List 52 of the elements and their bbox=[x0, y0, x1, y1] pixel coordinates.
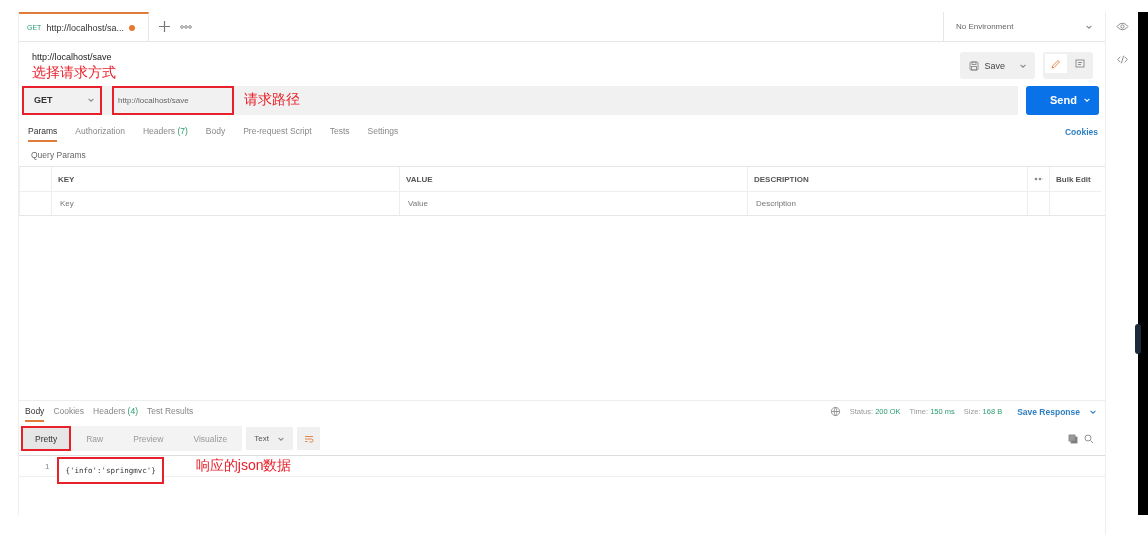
panel-handle[interactable] bbox=[1135, 324, 1141, 354]
column-header: VALUE bbox=[399, 167, 747, 191]
eye-icon[interactable] bbox=[1115, 20, 1129, 33]
view-mode-tab[interactable]: Pretty bbox=[21, 426, 72, 451]
pencil-icon[interactable] bbox=[1045, 54, 1067, 73]
annotation-text: 请求路径 bbox=[244, 91, 300, 109]
bulk-edit-button[interactable]: Bulk Edit bbox=[1049, 167, 1101, 191]
copy-icon[interactable] bbox=[1067, 432, 1079, 445]
more-icon[interactable] bbox=[180, 24, 192, 29]
request-tab-item[interactable]: Pre-request Script bbox=[243, 122, 312, 142]
save-response-link[interactable]: Save Response bbox=[1017, 406, 1080, 417]
environment-select[interactable]: No Environment bbox=[943, 12, 1105, 41]
request-tab-item[interactable]: Authorization bbox=[75, 122, 125, 142]
response-tab[interactable]: Body bbox=[25, 401, 45, 422]
view-mode-tab[interactable]: Raw bbox=[71, 426, 119, 451]
request-tab-item[interactable]: Headers (7) bbox=[142, 122, 188, 142]
param-input[interactable]: Value bbox=[406, 198, 741, 209]
request-tab-item[interactable]: Tests bbox=[329, 122, 350, 142]
caret-icon bbox=[87, 96, 95, 104]
view-mode-tab[interactable]: Preview bbox=[118, 426, 179, 451]
annotation-text: 响应的json数据 bbox=[195, 457, 292, 475]
code-icon[interactable] bbox=[1115, 53, 1129, 66]
caret-icon bbox=[1083, 96, 1091, 104]
param-input[interactable]: Key bbox=[58, 198, 393, 209]
comment-lines-icon[interactable] bbox=[1074, 57, 1086, 70]
request-tab-item[interactable]: Params bbox=[28, 122, 58, 142]
plus-icon[interactable] bbox=[159, 20, 170, 32]
request-tab-item[interactable]: Settings bbox=[367, 122, 399, 142]
url-field[interactable]: http://localhost/save bbox=[112, 85, 234, 115]
tab-title: http://localhost/sa... bbox=[46, 22, 124, 33]
wrap-lines-button[interactable] bbox=[297, 427, 320, 450]
annotation-text: 选择请求方式 bbox=[32, 64, 116, 82]
method-select[interactable]: GET bbox=[22, 85, 102, 115]
request-name: http://localhost/save bbox=[32, 52, 113, 62]
more-icon[interactable] bbox=[1034, 177, 1043, 181]
line-number: 1 bbox=[45, 461, 50, 471]
search-icon[interactable] bbox=[1083, 432, 1095, 445]
edit-icon[interactable] bbox=[1050, 57, 1062, 70]
view-mode-tab[interactable]: Visualize bbox=[178, 426, 243, 451]
save-icon[interactable] bbox=[968, 59, 981, 72]
globe-icon[interactable] bbox=[829, 406, 841, 417]
format-select[interactable]: Text bbox=[246, 427, 293, 450]
response-tab[interactable]: Test Results bbox=[147, 401, 194, 422]
response-tab[interactable]: Cookies bbox=[53, 401, 85, 422]
cookies-link[interactable]: Cookies bbox=[1064, 127, 1098, 137]
request-tab-item[interactable]: Body bbox=[205, 122, 226, 142]
response-tab[interactable]: Headers (4) bbox=[93, 401, 138, 422]
param-input[interactable]: Description bbox=[754, 198, 1021, 209]
column-header: KEY bbox=[51, 167, 399, 191]
send-button[interactable]: Send bbox=[1026, 85, 1099, 115]
column-header: DESCRIPTION bbox=[747, 167, 1027, 191]
section-title: Query Params bbox=[30, 149, 87, 162]
